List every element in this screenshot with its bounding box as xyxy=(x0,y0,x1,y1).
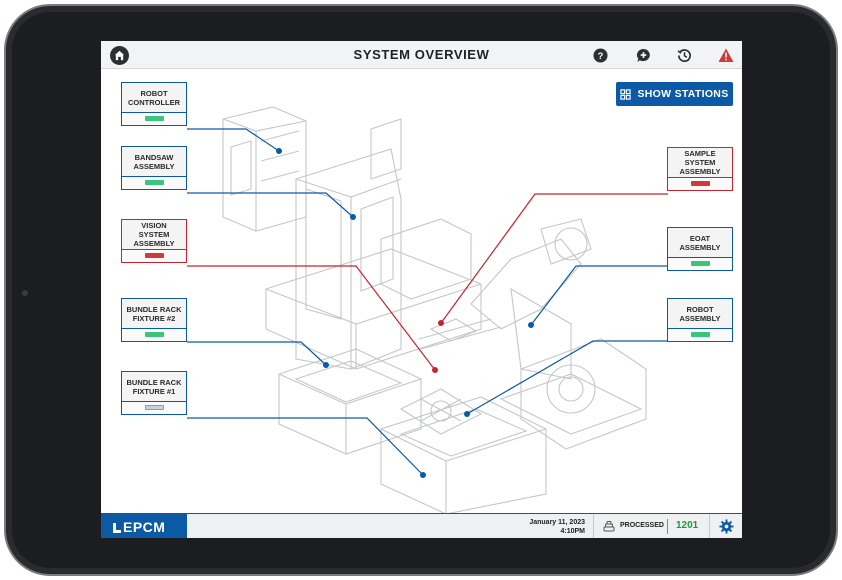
history-icon xyxy=(676,48,691,62)
station-robot-assembly[interactable]: ROBOT ASSEMBLY xyxy=(667,298,733,342)
station-label: SAMPLE SYSTEM ASSEMBLY xyxy=(668,148,732,178)
station-label: ROBOT ASSEMBLY xyxy=(668,299,732,329)
station-robot-controller[interactable]: ROBOT CONTROLLER xyxy=(121,82,187,126)
svg-text:?: ? xyxy=(597,50,603,60)
epcm-logo: EPCM xyxy=(101,514,187,538)
chat-add-icon xyxy=(636,48,650,62)
chat-button[interactable] xyxy=(634,46,652,64)
station-label: BUNDLE RACK FIXTURE #2 xyxy=(122,299,186,329)
date-text: January 11, 2023 xyxy=(529,519,585,526)
status-indicator-ok xyxy=(691,261,710,266)
status-indicator-idle xyxy=(145,405,164,410)
top-bar: SYSTEM OVERVIEW ? xyxy=(101,41,742,69)
show-stations-label: SHOW STATIONS xyxy=(637,88,729,100)
station-bandsaw-assembly[interactable]: BANDSAW ASSEMBLY xyxy=(121,146,187,190)
app-screen: SYSTEM OVERVIEW ? ROBOT CONTROLLER BANDS… xyxy=(101,41,742,538)
processed-separator xyxy=(667,519,668,534)
status-indicator-ok xyxy=(145,332,164,337)
processed-stack-icon xyxy=(603,521,615,532)
processed-label: PROCESSED xyxy=(620,522,664,529)
help-icon: ? xyxy=(592,47,608,63)
show-stations-button[interactable]: SHOW STATIONS xyxy=(616,82,733,106)
machine-illustration xyxy=(187,106,668,513)
station-vision-system-assembly[interactable]: VISION SYSTEM ASSEMBLY xyxy=(121,219,187,263)
logo-text: EPCM xyxy=(123,518,166,535)
alert-icon xyxy=(718,48,734,62)
footer-divider xyxy=(593,514,594,538)
processed-count: 1201 xyxy=(676,520,699,531)
time-text: 4:10PM xyxy=(560,528,585,535)
station-label: BANDSAW ASSEMBLY xyxy=(122,147,186,177)
alert-button[interactable] xyxy=(717,46,735,64)
system-diagram: ROBOT CONTROLLER BANDSAW ASSEMBLY VISION… xyxy=(101,69,742,513)
help-button[interactable]: ? xyxy=(591,46,609,64)
history-button[interactable] xyxy=(675,46,693,64)
station-bundle-rack-fixture-2[interactable]: BUNDLE RACK FIXTURE #2 xyxy=(121,298,187,342)
status-indicator-ok xyxy=(145,180,164,185)
station-bundle-rack-fixture-1[interactable]: BUNDLE RACK FIXTURE #1 xyxy=(121,371,187,415)
status-indicator-ok xyxy=(691,332,710,337)
datetime-display: January 11, 2023 4:10PM xyxy=(513,518,585,536)
station-label: BUNDLE RACK FIXTURE #1 xyxy=(122,372,186,402)
station-sample-system-assembly[interactable]: SAMPLE SYSTEM ASSEMBLY xyxy=(667,147,733,191)
station-label: EOAT ASSEMBLY xyxy=(668,228,732,258)
station-label: ROBOT CONTROLLER xyxy=(122,83,186,113)
logo-mark-icon xyxy=(113,522,121,533)
gear-icon xyxy=(718,519,734,534)
footer-bar: EPCM January 11, 2023 4:10PM PROCESSED 1… xyxy=(101,513,742,538)
station-label: VISION SYSTEM ASSEMBLY xyxy=(122,220,186,250)
grid-icon xyxy=(620,88,632,100)
status-indicator-error xyxy=(691,181,710,186)
status-indicator-ok xyxy=(145,116,164,121)
station-eoat-assembly[interactable]: EOAT ASSEMBLY xyxy=(667,227,733,271)
status-indicator-error xyxy=(145,253,164,258)
camera-dot xyxy=(22,290,28,296)
settings-button[interactable] xyxy=(710,514,742,538)
